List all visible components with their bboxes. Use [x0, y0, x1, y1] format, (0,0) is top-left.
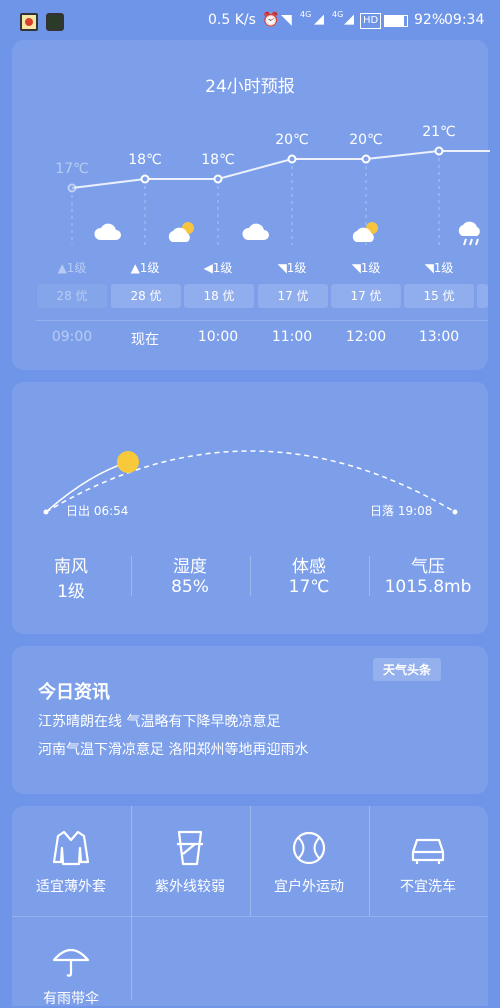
alarm-icon: ⏰ — [262, 12, 280, 28]
hour-temp: 18℃ — [201, 152, 235, 168]
network-speed: 0.5 K/s — [208, 12, 256, 28]
pressure-label: 气压 — [411, 557, 445, 577]
hour-wind: ▲1级 — [57, 261, 87, 275]
jacket-icon — [52, 830, 90, 866]
tip-umbrella[interactable]: 有雨带伞 — [12, 940, 130, 1008]
temp-point — [361, 154, 371, 164]
tip-label: 紫外线较弱 — [155, 879, 225, 895]
temp-point — [434, 146, 444, 156]
hour-temp: 20℃ — [275, 132, 309, 148]
clock: 09:34 — [444, 12, 485, 28]
tip-uv[interactable]: 紫外线较弱 — [131, 828, 249, 896]
hour-aqi: 28 优 — [111, 284, 181, 308]
hour-aqi-partial — [477, 284, 488, 308]
humidity-label: 湿度 — [173, 557, 207, 577]
hour-aqi: 17 优 — [331, 284, 401, 308]
temp-point — [140, 174, 150, 184]
temp-point — [287, 154, 297, 164]
rain-icon — [458, 221, 480, 246]
tip-sport[interactable]: 宜户外运动 — [250, 828, 368, 896]
network-type-1: 4G — [300, 10, 312, 19]
temp-point — [213, 174, 223, 184]
hd-badge: HD — [360, 13, 382, 29]
hour-time: 现在 — [131, 332, 159, 348]
cloud-icon — [94, 223, 121, 240]
forecast-title: 24小时预报 — [205, 77, 295, 97]
car-icon — [411, 838, 445, 864]
signal-icon: ◢ — [314, 12, 324, 27]
hour-wind: ▲1级 — [130, 261, 160, 275]
network-type-2: 4G — [332, 10, 344, 19]
tip-carwash[interactable]: 不宜洗车 — [369, 828, 487, 896]
cup-icon — [177, 830, 203, 866]
wifi-icon: ◥ — [281, 12, 292, 28]
hour-temp: 18℃ — [128, 152, 162, 168]
tip-label: 适宜薄外套 — [36, 879, 106, 895]
hour-aqi: 18 优 — [184, 284, 254, 308]
divider — [12, 916, 488, 917]
news-title: 今日资讯 — [38, 682, 110, 703]
signal-icon-2: ◢ — [344, 12, 354, 27]
tip-label: 有雨带伞 — [43, 991, 99, 1007]
cloud-icon — [242, 223, 269, 240]
partly-cloudy-icon — [168, 222, 194, 242]
partly-cloudy-icon — [352, 222, 378, 242]
battery-percent: 92% — [414, 12, 446, 28]
weibo-app-icon — [20, 13, 38, 31]
sunset-dot — [452, 509, 458, 515]
hour-time: 09:00 — [51, 329, 93, 345]
divider — [36, 320, 488, 321]
ball-icon — [292, 831, 326, 865]
news-headline[interactable]: 江苏晴朗在线 气温略有下降早晚凉意足 — [38, 711, 280, 731]
hour-wind: ◥1级 — [277, 261, 307, 275]
umbrella-icon — [52, 948, 90, 977]
hour-temp: 21℃ — [422, 124, 456, 140]
sun-icon — [117, 451, 139, 473]
sunset-time: 日落 19:08 — [370, 504, 433, 518]
hour-wind: ◀1级 — [203, 261, 233, 275]
tip-clothing[interactable]: 适宜薄外套 — [12, 828, 130, 896]
feels-like-label: 体感 — [292, 557, 326, 577]
hour-aqi: 17 优 — [258, 284, 328, 308]
sunrise-dot — [43, 509, 49, 515]
news-source-badge: 天气头条 — [373, 658, 442, 681]
hour-time: 12:00 — [345, 329, 387, 345]
hour-time: 13:00 — [418, 329, 460, 345]
hour-temp: 17℃ — [55, 161, 89, 177]
news-headline[interactable]: 河南气温下滑凉意足 洛阳郑州等地再迎雨水 — [38, 739, 308, 759]
wind-direction-label: 南风 — [54, 557, 88, 577]
hour-aqi: 28 优 — [37, 284, 107, 308]
battery-icon — [384, 15, 408, 27]
app-notification-icon — [46, 13, 64, 31]
status-bar: 0.5 K/s ⏰ ◥ 4G ◢ 4G ◢ HD 92% 09:34 — [0, 0, 500, 44]
pressure-value: 1015.8mb — [384, 577, 472, 597]
sunrise-time: 日出 06:54 — [66, 504, 129, 518]
tip-label: 宜户外运动 — [274, 879, 344, 895]
hour-time: 10:00 — [197, 329, 239, 345]
feels-like-value: 17℃ — [288, 577, 330, 597]
hour-wind: ◥1级 — [351, 261, 381, 275]
humidity-value: 85% — [171, 577, 209, 597]
tip-label: 不宜洗车 — [400, 879, 456, 895]
hour-time: 11:00 — [271, 329, 313, 345]
wind-level-value: 1级 — [57, 582, 85, 602]
hour-temp: 20℃ — [349, 132, 383, 148]
hour-aqi: 15 优 — [404, 284, 474, 308]
hour-wind: ◥1级 — [424, 261, 454, 275]
temp-point — [67, 183, 77, 193]
